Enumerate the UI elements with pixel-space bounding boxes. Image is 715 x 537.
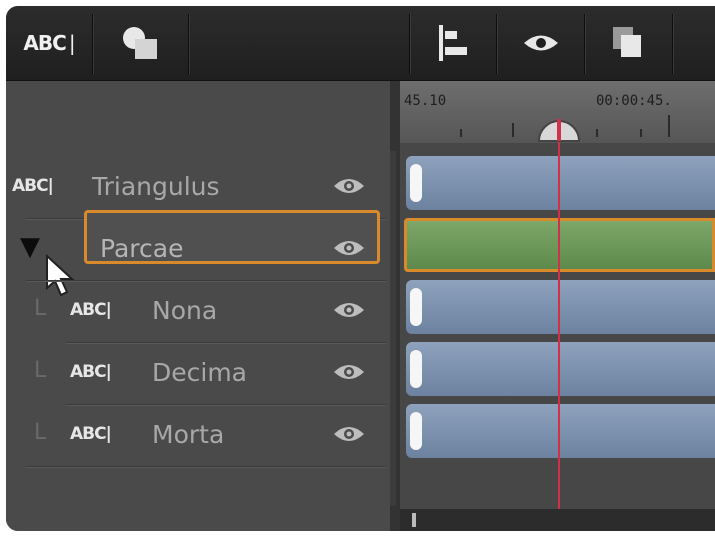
eye-icon[interactable] [332,175,366,197]
clip-trim-handle[interactable] [410,164,422,202]
clip-triangulus[interactable] [406,156,715,210]
visibility-icon [524,35,558,51]
duplicate-button[interactable] [588,6,668,80]
layer-name: Parcae [100,234,184,263]
visibility-button[interactable] [500,6,582,80]
eye-icon[interactable] [332,237,366,259]
layer-row-decima[interactable]: L ABC| Decima [6,342,390,404]
clip-trim-handle[interactable] [410,350,422,388]
layer-name: Triangulus [92,172,220,201]
text-layer-icon: ABC| [12,176,54,196]
text-layer-icon: ABC| [70,300,112,320]
layer-row-triangulus[interactable]: ABC| Triangulus [6,156,390,218]
text-layer-icon: ABC| [70,362,112,382]
layer-row-morta[interactable]: L ABC| Morta [6,404,390,466]
playhead-handle[interactable] [534,113,584,143]
timeline-window: ABC | ABC| Triangulus ▼ Parcae L ABC| No… [6,6,715,531]
align-icon [439,25,467,61]
layer-name: Nona [152,296,218,325]
layer-row-nona[interactable]: L ABC| Nona [6,280,390,342]
tree-connector: L [34,358,47,383]
scrollbar-grip[interactable] [412,513,416,527]
layer-name: Morta [152,420,225,449]
layer-row-parcae[interactable]: ▼ Parcae [6,218,390,297]
layer-name: Decima [152,358,247,387]
clip-trim-handle[interactable] [410,288,422,326]
expand-triangle-icon[interactable]: ▼ [20,232,40,262]
clip-trim-handle[interactable] [410,412,422,450]
splitter-handle[interactable] [390,151,396,506]
clip-nona[interactable] [406,280,715,334]
title-tool-icon: ABC | [23,31,75,55]
text-layer-icon: ABC| [70,424,112,444]
eye-icon[interactable] [332,361,366,383]
timecode-label: 45.10 [404,93,447,109]
eye-icon[interactable] [332,299,366,321]
tree-connector: L [34,420,47,445]
tree-connector: L [34,296,47,321]
eye-icon[interactable] [332,423,366,445]
duplicate-icon [613,27,641,57]
timecode-label: 00:00:45. [596,93,672,109]
layer-list: ABC| Triangulus ▼ Parcae L ABC| Nona L A… [6,81,390,531]
shapes-button[interactable] [96,6,186,80]
clip-morta[interactable] [406,404,715,458]
toolbar: ABC | [6,6,715,81]
shapes-icon [123,27,157,59]
title-tool-button[interactable]: ABC | [6,6,92,80]
playhead-line [558,121,560,531]
timeline-area[interactable]: 45.10 00:00:45. [400,81,715,531]
clip-decima[interactable] [406,342,715,396]
align-button[interactable] [414,6,494,80]
horizontal-scrollbar[interactable] [400,509,715,531]
